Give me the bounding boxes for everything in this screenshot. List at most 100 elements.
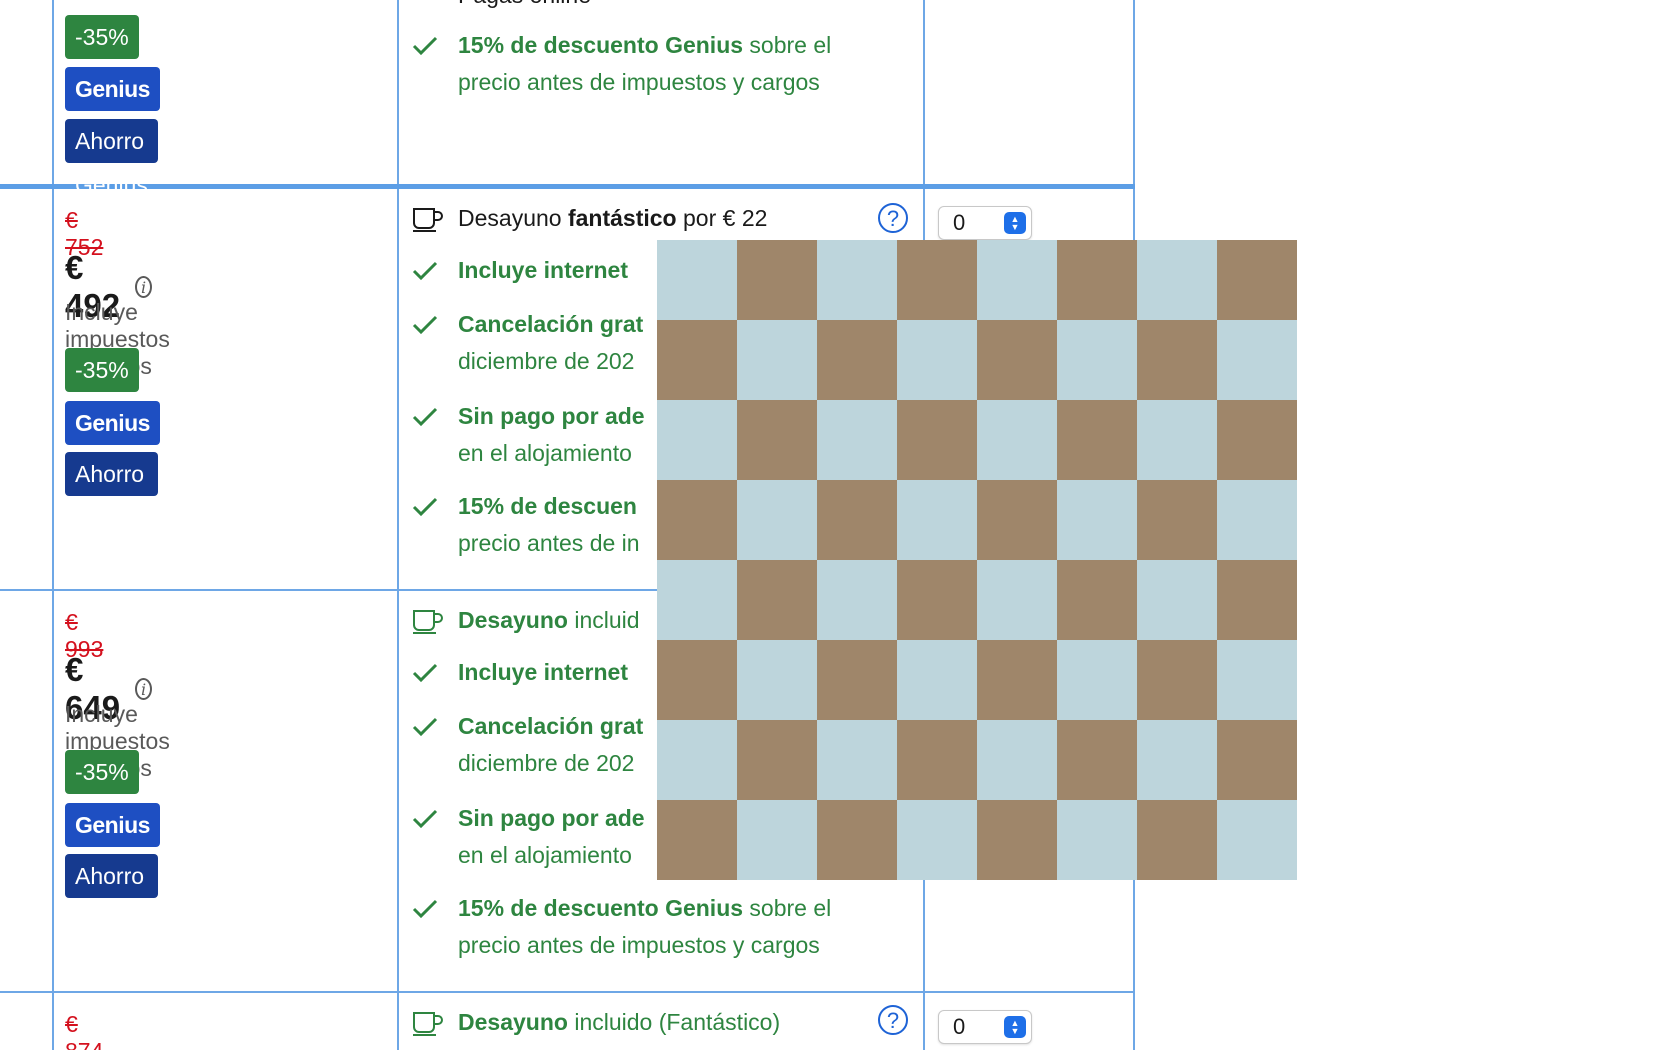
benefit-line2: precio antes de impuestos y cargos: [458, 69, 820, 95]
genius-bold: 15% de descuen: [458, 493, 637, 519]
benefit-bold: 15% de descuento Genius: [458, 32, 744, 58]
checker-square: [977, 320, 1057, 400]
checker-square: [657, 640, 737, 720]
checker-square: [977, 560, 1057, 640]
row-divider-selected: [0, 184, 1135, 189]
checker-square: [737, 480, 817, 560]
prepayment-line2: en el alojamiento: [458, 842, 632, 868]
prepayment-line2: en el alojamiento: [458, 440, 632, 466]
genius-line2: precio antes de in: [458, 530, 640, 556]
cancellation-bold: Cancelación grat: [458, 311, 644, 337]
genius-plus-badge: Ahorro Genius Plus: [65, 119, 158, 242]
info-icon[interactable]: i: [134, 276, 153, 298]
checker-square: [897, 560, 977, 640]
breakfast-pre: Desayuno: [458, 205, 568, 231]
check-icon: [412, 654, 448, 691]
breakfast-option: Desayuno fantástico por € 22: [412, 200, 912, 237]
cancellation-bold: Cancelación grat: [458, 713, 644, 739]
room-quantity-select[interactable]: 0 ▲ ▼: [938, 206, 1032, 240]
check-icon: [412, 0, 448, 14]
checker-square: [897, 240, 977, 320]
checker-square: [817, 560, 897, 640]
checker-square: [737, 720, 817, 800]
checker-square: [1137, 480, 1217, 560]
checker-square: [737, 320, 817, 400]
coffee-cup-icon: [412, 602, 448, 639]
genius-discount-benefit: 15% de descuento Genius sobre el precio a…: [412, 890, 912, 964]
checker-square: [1217, 560, 1297, 640]
genius-rest: sobre el: [743, 895, 832, 921]
check-icon: [412, 708, 448, 745]
checker-square: [1057, 320, 1137, 400]
breakfast-rest: incluid: [567, 607, 640, 633]
genius-line2: precio antes de impuestos y cargos: [458, 932, 820, 958]
checker-square: [737, 640, 817, 720]
cut-off-text: Pagas online: [458, 0, 591, 14]
checker-square: [1057, 640, 1137, 720]
coffee-cup-icon: [412, 1004, 448, 1041]
quantity-value: 0: [953, 1014, 966, 1039]
checker-square: [977, 480, 1057, 560]
cancellation-line2: diciembre de 202: [458, 750, 635, 776]
info-icon[interactable]: i: [134, 678, 153, 700]
select-arrows-icon: ▲ ▼: [1004, 1016, 1026, 1038]
checker-square: [977, 240, 1057, 320]
checker-square: [1057, 720, 1137, 800]
coffee-cup-icon: [412, 200, 448, 237]
checker-square: [737, 800, 817, 880]
checker-square: [1137, 240, 1217, 320]
breakfast-bold: Desayuno: [458, 1009, 568, 1035]
checker-square: [897, 720, 977, 800]
checker-square: [977, 400, 1057, 480]
checker-square: [817, 640, 897, 720]
discount-badge: -35%: [65, 15, 139, 59]
checker-square: [977, 720, 1057, 800]
check-icon: [412, 488, 448, 525]
breakfast-included: Desayuno incluido (Fantástico): [412, 1004, 912, 1041]
check-icon: [412, 890, 448, 927]
checker-square: [1137, 320, 1217, 400]
checker-square: [817, 720, 897, 800]
checker-square: [897, 480, 977, 560]
checker-square: [1057, 480, 1137, 560]
internet-text: Incluye internet: [458, 257, 628, 283]
checker-square: [1057, 240, 1137, 320]
checker-square: [657, 400, 737, 480]
checker-square: [1137, 560, 1217, 640]
checker-square: [737, 240, 817, 320]
checker-square: [1137, 640, 1217, 720]
checker-square: [1057, 400, 1137, 480]
room-quantity-select[interactable]: 0 ▲ ▼: [938, 1010, 1032, 1044]
checker-square: [1217, 320, 1297, 400]
column-divider-1: [52, 0, 54, 1050]
checker-square: [1057, 560, 1137, 640]
checker-square: [1217, 720, 1297, 800]
checker-square: [657, 720, 737, 800]
checker-square: [1217, 480, 1297, 560]
checker-square: [897, 640, 977, 720]
discount-badge: -35%: [65, 750, 139, 794]
checker-square: [657, 480, 737, 560]
genius-plus-badge: Ahorro Genius Plus: [65, 854, 158, 977]
question-mark-icon[interactable]: ?: [878, 1005, 908, 1035]
checker-square: [817, 320, 897, 400]
cut-off-benefit: Pagas online: [412, 0, 912, 14]
breakfast-rest: incluido (Fantástico): [567, 1009, 781, 1035]
genius-plus-badge: Ahorro Genius Plus: [65, 452, 158, 575]
genius-discount-benefit: 15% de descuento Genius sobre el precio …: [412, 27, 912, 101]
check-icon: [412, 27, 448, 64]
internet-text: Incluye internet: [458, 659, 628, 685]
breakfast-bold: fantástico: [567, 205, 677, 231]
checker-square: [897, 400, 977, 480]
question-mark-icon[interactable]: ?: [878, 203, 908, 233]
genius-badge: Genius: [65, 803, 160, 847]
checker-square: [1217, 400, 1297, 480]
check-icon: [412, 800, 448, 837]
breakfast-post: por € 22: [676, 205, 768, 231]
discount-badge: -35%: [65, 348, 139, 392]
checker-square: [737, 560, 817, 640]
checker-square: [657, 320, 737, 400]
cancellation-line2: diciembre de 202: [458, 348, 635, 374]
column-divider-2: [397, 0, 399, 1050]
checker-square: [817, 800, 897, 880]
